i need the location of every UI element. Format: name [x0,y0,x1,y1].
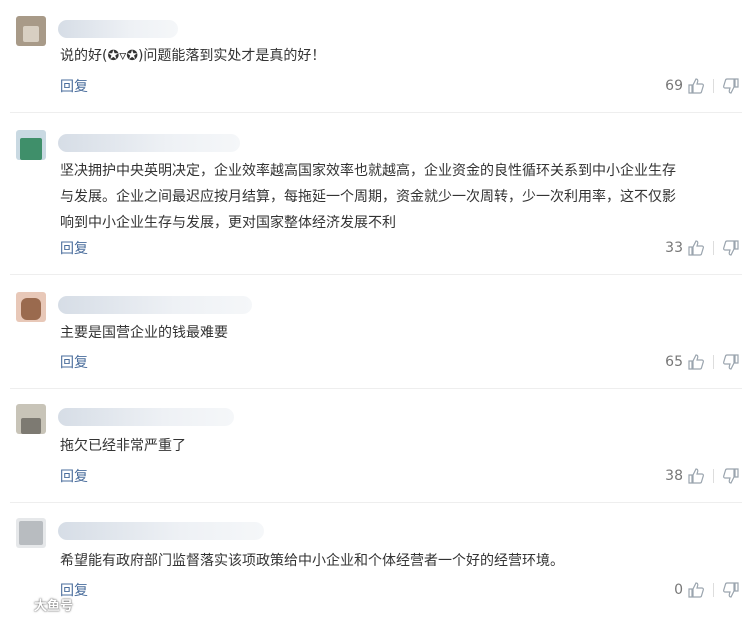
thumbs-up-icon[interactable] [687,77,705,95]
thumbs-down-icon[interactable] [722,467,740,485]
divider [10,388,742,389]
reply-button[interactable]: 回复 [60,238,88,258]
like-count: 38 [665,468,683,484]
comment-text: 说的好(✪▿✪)问题能落到实处才是真的好！ [60,43,740,69]
comment-line: 主要是国营企业的钱最难要 [60,325,228,341]
comment-text: 主要是国营企业的钱最难要 [60,320,740,346]
comment-line: 说的好(✪▿✪)问题能落到实处才是真的好！ [60,48,326,64]
thumbs-down-icon[interactable] [722,581,740,599]
avatar[interactable] [16,16,46,46]
divider [10,112,742,113]
avatar[interactable] [16,404,46,434]
divider [10,502,742,503]
comment-text: 坚决拥护中央英明决定，企业效率越高国家效率也就越高，企业资金的良性循环关系到中小… [60,158,740,236]
comment-line: 希望能有政府部门监督落实该项政策给中小企业和个体经营者一个好的经营环境。 [60,553,564,569]
thumbs-up-icon[interactable] [687,581,705,599]
fish-logo-icon [6,593,30,615]
like-divider [713,241,714,255]
comment-line: 拖欠已经非常严重了 [60,438,186,454]
comment-line: 响到中小企业生存与发展，更对国家整体经济发展不利 [60,215,396,231]
avatar[interactable] [16,518,46,548]
like-divider [713,583,714,597]
watermark: 大鱼号 [6,593,73,615]
avatar[interactable] [16,292,46,322]
thumbs-up-icon[interactable] [687,353,705,371]
comment-text: 希望能有政府部门监督落实该项政策给中小企业和个体经营者一个好的经营环境。 [60,548,740,574]
like-count: 33 [665,240,683,256]
like-divider [713,79,714,93]
username-blurred[interactable] [58,408,234,426]
thumbs-down-icon[interactable] [722,239,740,257]
thumbs-down-icon[interactable] [722,77,740,95]
like-count: 69 [665,78,683,94]
thumbs-up-icon[interactable] [687,239,705,257]
comment-line: 坚决拥护中央英明决定，企业效率越高国家效率也就越高，企业资金的良性循环关系到中小… [60,163,676,179]
like-control[interactable]: 0 [674,580,740,600]
watermark-text: 大鱼号 [34,598,74,614]
reply-button[interactable]: 回复 [60,76,88,96]
like-control[interactable]: 65 [665,352,740,372]
comment-line: 与发展。企业之间最迟应按月结算，每拖延一个周期，资金就少一次周转，少一次利用率，… [60,189,676,205]
like-divider [713,469,714,483]
like-count: 0 [674,582,683,598]
username-blurred[interactable] [58,20,178,38]
username-blurred[interactable] [58,522,264,540]
username-blurred[interactable] [58,134,240,152]
reply-button[interactable]: 回复 [60,352,88,372]
like-control[interactable]: 33 [665,238,740,258]
thumbs-up-icon[interactable] [687,467,705,485]
comment-text: 拖欠已经非常严重了 [60,433,740,459]
username-blurred[interactable] [58,296,252,314]
like-control[interactable]: 69 [665,76,740,96]
avatar[interactable] [16,130,46,160]
like-divider [713,355,714,369]
divider [10,274,742,275]
like-count: 65 [665,354,683,370]
like-control[interactable]: 38 [665,466,740,486]
thumbs-down-icon[interactable] [722,353,740,371]
reply-button[interactable]: 回复 [60,466,88,486]
